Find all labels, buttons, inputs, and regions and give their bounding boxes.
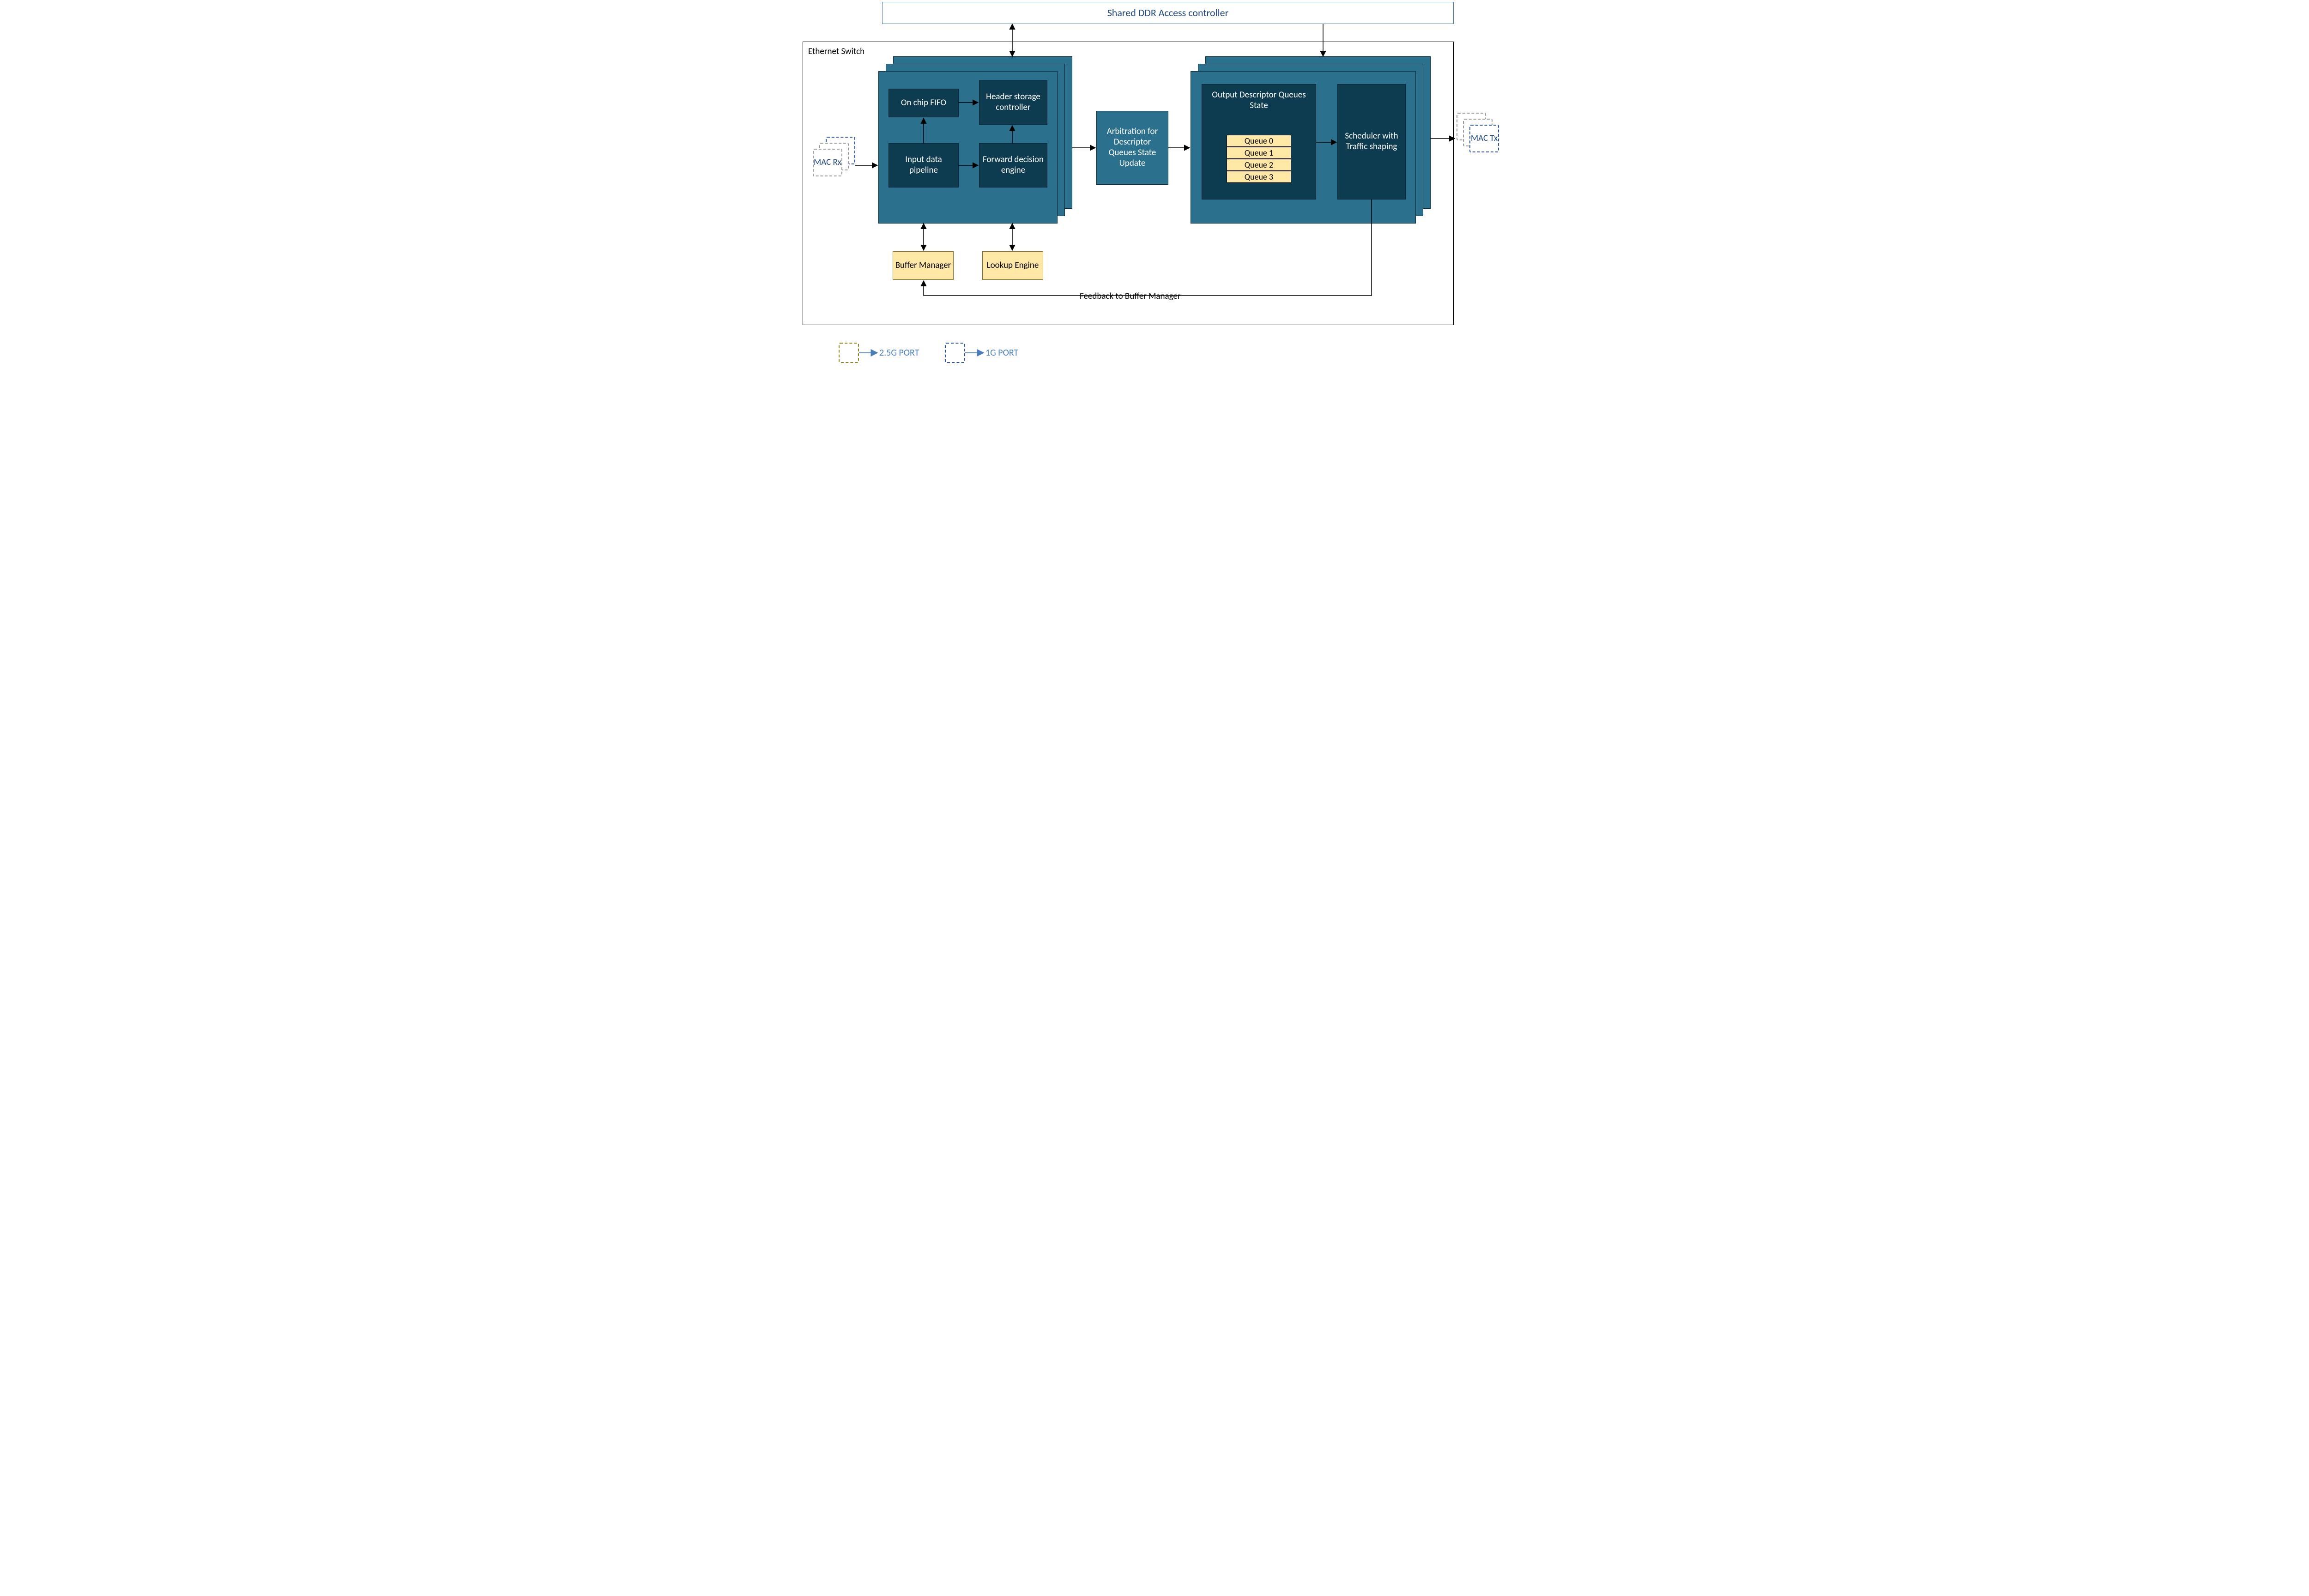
queues-state-label: Output Descriptor Queues State (1204, 90, 1314, 111)
on-chip-fifo-box: On chip FIFO (889, 89, 959, 117)
ethernet-switch-label: Ethernet Switch (808, 46, 864, 57)
feedback-label: Feedback to Buffer Manager (1078, 291, 1182, 302)
forward-decision-box: Forward decision engine (979, 143, 1047, 187)
queue-row-0: Queue 0 (1227, 135, 1291, 147)
lookup-engine-label: Lookup Engine (987, 260, 1039, 271)
diagram-stage: Shared DDR Access controller Ethernet Sw… (799, 0, 1510, 371)
queue-row-2: Queue 2 (1227, 159, 1291, 171)
mac-tx-stack: MAC Tx (1457, 113, 1501, 152)
ddr-controller-box: Shared DDR Access controller (882, 2, 1454, 24)
queue-row-3: Queue 3 (1227, 171, 1291, 183)
input-pipeline-box: Input data pipeline (889, 143, 959, 187)
mac-rx-stack: MAC Rx (813, 137, 855, 176)
ddr-controller-label: Shared DDR Access controller (1107, 7, 1229, 19)
left-card-stack: On chip FIFO Header storage controller I… (878, 56, 1072, 224)
legend-25g-label: 2.5G PORT (879, 347, 919, 358)
forward-decision-label: Forward decision engine (981, 155, 1045, 176)
queue-row-1: Queue 1 (1227, 147, 1291, 159)
right-card-stack: Output Descriptor Queues State Queue 0 Q… (1191, 56, 1431, 224)
queue-1-label: Queue 1 (1245, 148, 1273, 158)
scheduler-label: Scheduler with Traffic shaping (1340, 131, 1403, 152)
legend-1g-label: 1G PORT (985, 347, 1018, 358)
mac-rx-label: MAC Rx (814, 157, 841, 168)
lookup-engine-box: Lookup Engine (982, 251, 1043, 280)
mac-tx-label: MAC Tx (1471, 133, 1498, 144)
buffer-manager-box: Buffer Manager (893, 251, 954, 280)
on-chip-fifo-label: On chip FIFO (901, 98, 946, 109)
queue-2-label: Queue 2 (1245, 160, 1273, 170)
arbitration-label: Arbitration for Descriptor Queues State … (1100, 127, 1164, 169)
queue-0-label: Queue 0 (1245, 136, 1273, 146)
scheduler-box: Scheduler with Traffic shaping (1337, 84, 1406, 200)
queue-3-label: Queue 3 (1245, 172, 1273, 182)
arbitration-box: Arbitration for Descriptor Queues State … (1096, 111, 1168, 185)
buffer-manager-label: Buffer Manager (895, 260, 951, 271)
legend-25g-swatch (839, 343, 859, 363)
mac-tx-box-1: MAC Tx (1469, 125, 1499, 152)
mac-rx-box-1: MAC Rx (813, 149, 842, 176)
header-storage-box: Header storage controller (979, 80, 1047, 125)
legend-1g-swatch (945, 343, 965, 363)
input-pipeline-label: Input data pipeline (891, 155, 956, 176)
header-storage-label: Header storage controller (981, 92, 1045, 113)
